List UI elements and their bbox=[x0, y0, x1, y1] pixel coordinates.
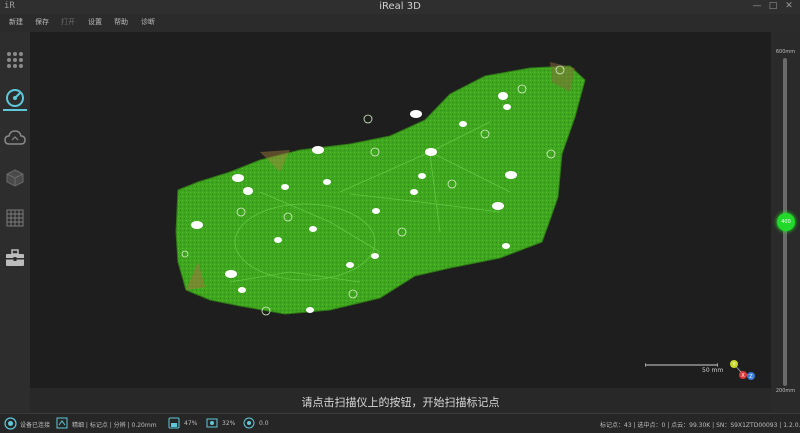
device-status: 设备已连接 bbox=[20, 422, 51, 429]
menu-new[interactable]: 新建 bbox=[9, 17, 23, 27]
menu-bar: 新建 保存 打开 设置 帮助 诊断 bbox=[0, 14, 800, 30]
scan-statistics: 标记点：43 | 选中点：0 | 点云：99.30K | SN：S9X1ZTD0… bbox=[600, 422, 800, 429]
left-toolbar bbox=[0, 32, 30, 412]
storage-value: 47% bbox=[184, 420, 198, 427]
scan-point-cloud bbox=[175, 62, 586, 316]
cube-icon bbox=[6, 169, 24, 187]
mesh-grid-button[interactable] bbox=[3, 206, 27, 230]
exposure-value: 0.0 bbox=[259, 420, 269, 427]
grid-dots-icon bbox=[7, 52, 23, 68]
window-title: iReal 3D bbox=[379, 1, 421, 12]
minimize-button[interactable]: — bbox=[751, 1, 763, 11]
scan-radar-icon bbox=[6, 89, 24, 107]
scan-mode-info: 精细 | 标记点 | 分辨 | 0.20mm bbox=[72, 422, 157, 429]
slider-min-label: 200mm bbox=[775, 388, 796, 394]
prompt-bar: 请点击扫描仪上的按钮，开始扫描标记点 bbox=[30, 388, 771, 412]
cloud-button[interactable] bbox=[3, 126, 27, 150]
slider-max-label: 600mm bbox=[775, 49, 796, 55]
toolbox-button[interactable] bbox=[3, 246, 27, 270]
scale-label: 50 mm bbox=[702, 367, 724, 374]
exposure-icon bbox=[243, 417, 255, 429]
cloud-icon bbox=[4, 130, 26, 145]
menu-diagnose[interactable]: 诊断 bbox=[141, 17, 155, 27]
axis-gizmo-icon: Y X Z bbox=[730, 360, 755, 380]
menu-settings[interactable]: 设置 bbox=[88, 17, 102, 27]
title-bar: iR iReal 3D — □ ✕ bbox=[0, 0, 800, 14]
grid-dots-button[interactable] bbox=[3, 48, 27, 72]
status-bar: 设备已连接 精细 | 标记点 | 分辨 | 0.20mm 47% 32% 0.0… bbox=[0, 413, 800, 433]
menu-help[interactable]: 帮助 bbox=[114, 17, 128, 27]
frame-value: 32% bbox=[222, 420, 236, 427]
toolbox-icon bbox=[6, 249, 24, 266]
device-connected-icon bbox=[4, 417, 17, 430]
3d-viewport[interactable]: 50 mm Y X Z bbox=[30, 32, 771, 388]
distance-slider-handle[interactable]: 400 bbox=[777, 213, 795, 231]
slider-value-label: 400 bbox=[781, 219, 791, 225]
mesh-grid-icon bbox=[6, 209, 24, 227]
frame-icon bbox=[206, 418, 218, 428]
axis-x-label: X bbox=[741, 373, 745, 379]
scan-prompt: 请点击扫描仪上的按钮，开始扫描标记点 bbox=[301, 396, 500, 409]
axis-z-label: Z bbox=[749, 374, 753, 380]
model-cube-button[interactable] bbox=[3, 166, 27, 190]
scan-mode-button[interactable] bbox=[3, 87, 27, 111]
menu-save[interactable]: 保存 bbox=[35, 17, 49, 27]
scan-mode-icon bbox=[56, 417, 68, 429]
storage-icon bbox=[168, 417, 180, 429]
distance-slider-panel: 600mm 400 200mm bbox=[771, 32, 800, 412]
menu-open[interactable]: 打开 bbox=[61, 17, 75, 27]
close-button[interactable]: ✕ bbox=[783, 1, 795, 11]
maximize-button[interactable]: □ bbox=[767, 1, 779, 11]
